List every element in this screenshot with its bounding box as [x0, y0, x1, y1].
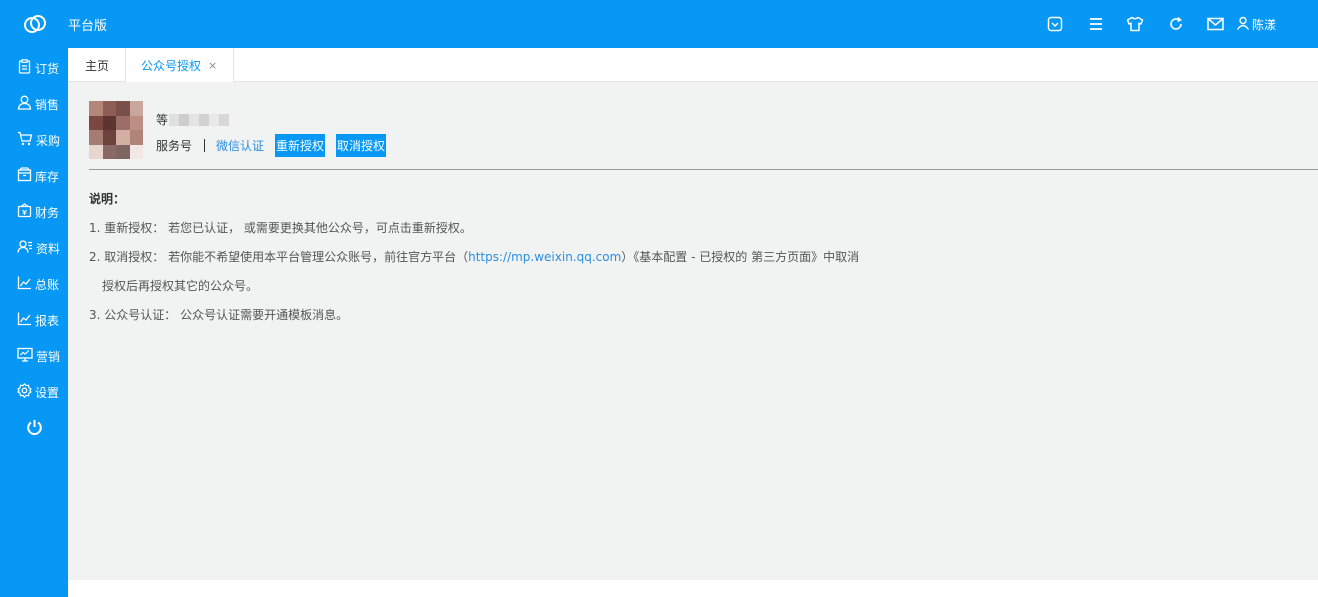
account-type: 服务号	[156, 139, 193, 153]
sidebar: 订货 销售 采购 库存 财务 资料 总账 报表 营销 设置	[0, 48, 68, 597]
sidebar-item-order[interactable]: 订货	[0, 53, 68, 83]
wallet-icon	[17, 203, 32, 221]
top-bar: 平台版 陈漾	[0, 0, 1318, 48]
chart-icon	[17, 311, 32, 329]
sidebar-item-settings[interactable]: 设置	[0, 377, 68, 407]
refresh-icon[interactable]	[1166, 14, 1186, 34]
sidebar-item-purchase[interactable]: 采购	[0, 125, 68, 155]
user-menu[interactable]: 陈漾	[1236, 14, 1276, 34]
clipboard-icon	[17, 59, 32, 77]
gear-icon	[17, 383, 32, 401]
sidebar-item-label: 销售	[35, 97, 60, 112]
sidebar-item-ledger[interactable]: 总账	[0, 269, 68, 299]
note-item-2: 2. 取消授权： 若你能不希望使用本平台管理公众账号，前往官方平台（https:…	[89, 248, 859, 265]
tab-home-label: 主页	[85, 58, 110, 73]
sidebar-item-label: 设置	[35, 385, 60, 400]
close-icon[interactable]: ×	[208, 59, 217, 72]
mail-icon[interactable]	[1205, 14, 1225, 34]
brand-title: 平台版	[68, 19, 108, 34]
avatar	[89, 101, 143, 159]
menu-list-icon[interactable]	[1086, 14, 1106, 34]
note-item-2-continued: 授权后再授权其它的公众号。	[102, 279, 259, 293]
sidebar-item-sales[interactable]: 销售	[0, 89, 68, 119]
sidebar-item-label: 采购	[36, 133, 61, 148]
tab-bar: 主页 公众号授权 ×	[68, 48, 1318, 82]
notes-title: 说明：	[89, 192, 126, 206]
note-item-3: 3. 公众号认证： 公众号认证需要开通模板消息。	[89, 308, 349, 322]
account-name: 等	[156, 111, 230, 128]
cloud-logo-icon[interactable]	[22, 12, 48, 36]
tab-home[interactable]: 主页	[68, 48, 126, 82]
dropdown-box-icon[interactable]	[1045, 14, 1065, 34]
main-content: 等 服务号 微信认证 重新授权 取消授权 说明： 1. 重新授权： 若您已认证，…	[68, 82, 1318, 580]
sidebar-item-label: 资料	[36, 241, 61, 256]
footer-strip	[68, 580, 1318, 597]
wechat-verify-link[interactable]: 微信认证	[216, 137, 264, 154]
user-name: 陈漾	[1252, 17, 1277, 32]
cart-icon	[17, 131, 33, 149]
sidebar-item-finance[interactable]: 财务	[0, 197, 68, 227]
note-item-2-prefix: 2. 取消授权： 若你能不希望使用本平台管理公众账号，前往官方平台（	[89, 250, 469, 264]
person-icon	[17, 95, 32, 113]
note-item-1: 1. 重新授权： 若您已认证， 或需要更换其他公众号，可点击重新授权。	[89, 221, 472, 235]
sidebar-item-data[interactable]: 资料	[0, 233, 68, 263]
sidebar-item-label: 财务	[35, 205, 60, 220]
chart-icon	[17, 275, 32, 293]
sidebar-item-label: 营销	[36, 349, 61, 364]
reauthorize-button[interactable]: 重新授权	[275, 134, 326, 157]
divider	[204, 139, 206, 152]
sidebar-item-label: 总账	[35, 277, 60, 292]
account-name-mosaic	[169, 113, 230, 126]
contacts-icon	[17, 239, 33, 257]
account-actions: 服务号 微信认证 重新授权 取消授权	[156, 134, 397, 157]
weixin-platform-link[interactable]: https://mp.weixin.qq.com	[468, 250, 621, 264]
tab-wechat-auth[interactable]: 公众号授权 ×	[126, 48, 234, 82]
sidebar-item-label: 订货	[35, 61, 60, 76]
sidebar-item-label: 库存	[35, 169, 60, 184]
cancel-authorization-button[interactable]: 取消授权	[336, 134, 387, 157]
divider	[89, 169, 1318, 170]
power-icon[interactable]	[24, 417, 44, 437]
sidebar-item-label: 报表	[35, 313, 60, 328]
shirt-icon[interactable]	[1125, 14, 1145, 34]
tab-wechat-auth-label: 公众号授权	[141, 58, 202, 73]
sidebar-item-inventory[interactable]: 库存	[0, 161, 68, 191]
sidebar-item-report[interactable]: 报表	[0, 305, 68, 335]
monitor-icon	[17, 347, 33, 365]
note-item-2-suffix: ）《基本配置 - 已授权的 第三方页面》中取消	[621, 250, 860, 264]
box-icon	[17, 167, 32, 185]
user-icon	[1236, 16, 1250, 33]
sidebar-item-marketing[interactable]: 营销	[0, 341, 68, 371]
account-name-text: 等	[156, 113, 169, 127]
